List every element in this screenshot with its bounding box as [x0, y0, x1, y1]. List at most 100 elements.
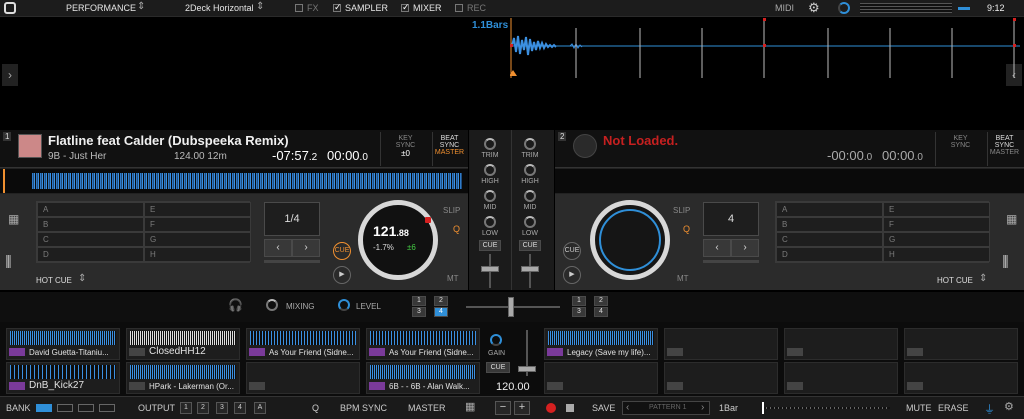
- album-art[interactable]: [18, 134, 42, 158]
- fader-handle-2[interactable]: [521, 266, 539, 272]
- hot-cue-a[interactable]: A: [776, 202, 883, 217]
- beat-sync-button[interactable]: BEAT SYNC MASTER: [987, 132, 1021, 166]
- loop-length-button[interactable]: 1/4: [264, 202, 320, 236]
- cue-button[interactable]: CUE: [563, 242, 581, 260]
- quantize-button[interactable]: Q: [453, 224, 460, 234]
- high-knob-2[interactable]: [524, 164, 536, 176]
- pattern-position-track[interactable]: [762, 407, 890, 409]
- gear-icon[interactable]: ⚙: [808, 0, 820, 16]
- hot-cue-h[interactable]: H: [883, 247, 990, 262]
- logo-icon[interactable]: [4, 2, 16, 14]
- midi-button[interactable]: MIDI: [775, 3, 794, 13]
- key-sync-button[interactable]: KEY SYNC ±0: [380, 132, 430, 166]
- plus-button[interactable]: +: [514, 401, 530, 415]
- quantize-button[interactable]: Q: [312, 403, 319, 413]
- high-knob-1[interactable]: [484, 164, 496, 176]
- deck-1-waveform[interactable]: [0, 169, 468, 193]
- sampler-slot-8[interactable]: 6B - - 6B - Alan Walk...: [366, 362, 480, 394]
- chevron-updown-icon[interactable]: ⇕: [979, 273, 987, 284]
- hot-cue-c[interactable]: C: [37, 232, 144, 247]
- chevron-left-icon[interactable]: ‹: [626, 402, 629, 413]
- trim-knob-1[interactable]: [484, 138, 496, 150]
- hot-cue-g[interactable]: G: [883, 232, 990, 247]
- output-1-button[interactable]: 1: [180, 402, 192, 414]
- fx-assign-left-2[interactable]: 2: [434, 296, 448, 306]
- hot-cue-d[interactable]: D: [776, 247, 883, 262]
- hot-cue-b[interactable]: B: [37, 217, 144, 232]
- fx-assign-left-1[interactable]: 1: [412, 296, 426, 306]
- sampler-slot-3[interactable]: As Your Friend (Sidne...: [246, 328, 360, 360]
- mid-knob-1[interactable]: [484, 190, 496, 202]
- sampler-slot-9[interactable]: Legacy (Save my life)...: [544, 328, 658, 360]
- crossfader-handle[interactable]: [508, 297, 514, 317]
- settings-icon[interactable]: ⚙: [1004, 400, 1014, 413]
- channel-cue-2[interactable]: CUE: [519, 240, 541, 251]
- slip-button[interactable]: SLIP: [443, 206, 460, 215]
- loop-halve-button[interactable]: ‹: [264, 239, 292, 257]
- output-3-button[interactable]: 3: [216, 402, 228, 414]
- jog-wheel[interactable]: [590, 200, 670, 280]
- layout-selector[interactable]: 2Deck Horizontal: [185, 3, 254, 13]
- sampler-slot-5[interactable]: DnB_Kick27: [6, 362, 120, 394]
- loop-length-button[interactable]: 4: [703, 202, 759, 236]
- sampler-slot-12[interactable]: [904, 328, 1018, 360]
- sampler-slot-2[interactable]: ClosedHH12: [126, 328, 240, 360]
- record-button[interactable]: [546, 403, 556, 413]
- sampler-slot-6[interactable]: HPark - Lakerman (Or...: [126, 362, 240, 394]
- beat-sync-button[interactable]: BEAT SYNC MASTER: [432, 132, 466, 166]
- sampler-gain-knob[interactable]: [490, 334, 502, 346]
- waveform-view-icon[interactable]: |||: [1002, 252, 1009, 268]
- low-knob-1[interactable]: [484, 216, 496, 228]
- cue-button[interactable]: CUE: [333, 242, 351, 260]
- channel-cue-1[interactable]: CUE: [479, 240, 501, 251]
- master-tempo-button[interactable]: MT: [447, 274, 459, 283]
- low-knob-2[interactable]: [524, 216, 536, 228]
- loop-halve-button[interactable]: ‹: [703, 239, 731, 257]
- mute-button[interactable]: MUTE: [906, 403, 932, 413]
- hot-cue-f[interactable]: F: [144, 217, 251, 232]
- chevron-updown-icon[interactable]: ⇕: [78, 273, 86, 284]
- fx-assign-right-2[interactable]: 2: [594, 296, 608, 306]
- fx-assign-left-4[interactable]: 4: [434, 307, 448, 317]
- sampler-slot-13[interactable]: [544, 362, 658, 394]
- erase-button[interactable]: ERASE: [938, 403, 969, 413]
- jog-wheel[interactable]: 121.88 -1.7% ±6: [358, 200, 438, 280]
- sampler-slot-7[interactable]: [246, 362, 360, 394]
- fx-checkbox[interactable]: [295, 4, 303, 12]
- sampler-slot-1[interactable]: David Guetta-Titaniu...: [6, 328, 120, 360]
- grid-icon[interactable]: ▦: [8, 212, 19, 226]
- sampler-fader-handle[interactable]: [518, 366, 536, 372]
- metronome-icon[interactable]: ⏚: [984, 401, 995, 417]
- hot-cue-e[interactable]: E: [144, 202, 251, 217]
- beat-grid-overview[interactable]: › ‹ 1.1Bars: [0, 18, 1024, 128]
- hot-cue-h[interactable]: H: [144, 247, 251, 262]
- key-sync-button[interactable]: KEY SYNC: [935, 132, 985, 166]
- play-button[interactable]: ▶: [333, 266, 351, 284]
- fx-assign-right-4[interactable]: 4: [594, 307, 608, 317]
- fx-assign-right-1[interactable]: 1: [572, 296, 586, 306]
- sampler-slot-16[interactable]: [904, 362, 1018, 394]
- hot-cue-mode[interactable]: HOT CUE: [36, 276, 72, 285]
- master-button[interactable]: MASTER: [408, 403, 446, 413]
- hot-cue-c[interactable]: C: [776, 232, 883, 247]
- mixing-knob[interactable]: [266, 299, 278, 311]
- sampler-slot-11[interactable]: [784, 328, 898, 360]
- pattern-selector[interactable]: ‹ PATTERN 1 ›: [622, 401, 710, 415]
- bank-4-button[interactable]: [99, 404, 115, 412]
- output-a-button[interactable]: A: [254, 402, 266, 414]
- stop-button[interactable]: [566, 404, 574, 412]
- mode-selector[interactable]: PERFORMANCE: [66, 3, 136, 13]
- bank-1-button[interactable]: [36, 404, 52, 412]
- deck-2-waveform[interactable]: [555, 169, 1024, 193]
- grid-icon[interactable]: ▦: [465, 400, 475, 413]
- hot-cue-mode[interactable]: HOT CUE: [937, 276, 973, 285]
- sampler-slot-14[interactable]: [664, 362, 778, 394]
- bar-length[interactable]: 1Bar: [719, 403, 738, 413]
- sampler-slot-4[interactable]: As Your Friend (Sidne...: [366, 328, 480, 360]
- level-knob[interactable]: [338, 299, 350, 311]
- sampler-slot-10[interactable]: [664, 328, 778, 360]
- chevron-updown-icon[interactable]: ⇕: [137, 1, 145, 12]
- bpm-sync-button[interactable]: BPM SYNC: [340, 403, 387, 413]
- hot-cue-d[interactable]: D: [37, 247, 144, 262]
- fader-handle-1[interactable]: [481, 266, 499, 272]
